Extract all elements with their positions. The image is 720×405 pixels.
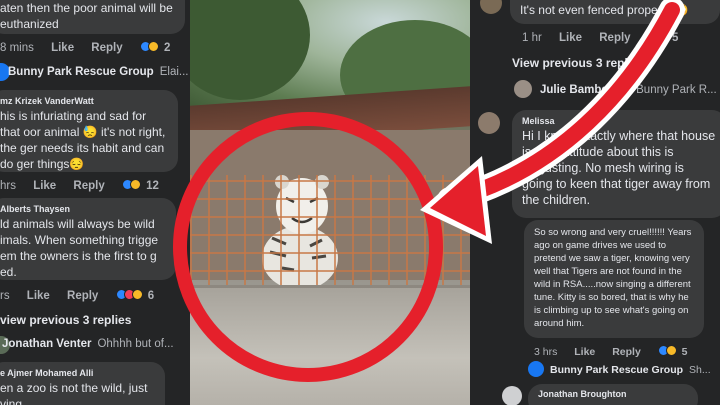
reaction-count[interactable]: 6 [148, 290, 154, 302]
comment-bubble-2: Melissa Hi I know exactly where that hou… [512, 110, 720, 218]
avatar[interactable] [480, 0, 502, 14]
comment-author[interactable]: Alberts Thaysen [0, 204, 166, 214]
reply-preview-2[interactable]: Bunny Park Rescue Group Sh... [550, 364, 711, 376]
comment-actions-3: 3 hrs Like Reply 5 [534, 345, 701, 358]
right-comment-panel: It's not even fenced properly 😳 1 hr Lik… [470, 0, 720, 405]
comment-text: his is infuriating and sad for that oor … [0, 109, 166, 171]
reaction-count[interactable]: 5 [682, 346, 688, 358]
view-previous-replies-link[interactable]: view previous 3 replies [0, 313, 131, 327]
comment-author[interactable]: Melissa [522, 116, 716, 126]
comment-bubble-2: mz Krizek VanderWatt his is infuriating … [0, 90, 178, 172]
reply-snippet: Elai... [159, 66, 189, 78]
comment-bubble-4: e Ajmer Mohamed Alli en a zoo is not the… [0, 362, 165, 405]
reply-snippet: Sh... [689, 364, 711, 376]
timestamp: 8 mins [0, 42, 34, 54]
avatar[interactable] [478, 112, 500, 134]
comment-bubble-3: Alberts Thaysen ld animals will always b… [0, 198, 176, 280]
comment-bubble-1: It's not even fenced properly 😳 [510, 0, 720, 24]
comment-text: ld animals will always be wild imals. Wh… [0, 217, 159, 279]
comment-author[interactable]: mz Krizek VanderWatt [0, 96, 168, 106]
reply-snippet: Bunny Park R... [636, 84, 717, 96]
reply-author[interactable]: Jonathan Venter [2, 338, 91, 350]
reaction-count[interactable]: 5 [672, 32, 678, 44]
sad-reaction-icon [665, 345, 677, 356]
like-button[interactable]: Like [559, 32, 582, 44]
timestamp: 3 hrs [534, 346, 558, 358]
comment-text: Hi I know exactly where that house is th… [522, 129, 716, 207]
sad-reaction-icon [655, 31, 667, 42]
comment-author[interactable]: e Ajmer Mohamed Alli [0, 368, 155, 378]
avatar[interactable] [528, 361, 544, 377]
view-previous-replies-link[interactable]: View previous 3 replies [512, 56, 645, 70]
reply-author[interactable]: Julie Bamberger [540, 84, 630, 96]
sad-reaction-icon [147, 41, 159, 52]
like-button[interactable]: Like [27, 290, 50, 302]
reply-snippet: Ohhhh but of... [97, 338, 174, 350]
comment-text: aten then the poor animal will be euthan… [0, 1, 173, 31]
timestamp: 1 hr [522, 32, 542, 44]
like-button[interactable]: Like [51, 42, 74, 54]
mesh-fence [190, 175, 470, 290]
reply-preview-2[interactable]: Jonathan Venter Ohhhh but of... [2, 338, 174, 350]
comment-actions-3: rs Like Reply 6 [0, 289, 168, 302]
avatar[interactable] [514, 80, 532, 98]
timestamp: rs [0, 290, 10, 302]
comment-bubble-3: So so wrong and very cruel!!!!!! Years a… [524, 220, 704, 338]
reply-button[interactable]: Reply [599, 32, 630, 44]
comment-author[interactable]: Jonathan Broughton [538, 389, 688, 399]
comment-bubble-4: Jonathan Broughton [528, 384, 698, 405]
concrete-wall [190, 285, 470, 405]
sad-reaction-icon [129, 179, 141, 190]
tiger-enclosure-photo [190, 0, 470, 405]
reply-preview-1[interactable]: Julie Bamberger Bunny Park R... [540, 84, 717, 96]
timestamp: hrs [0, 180, 16, 192]
reaction-count[interactable]: 2 [164, 42, 170, 54]
reply-button[interactable]: Reply [73, 180, 104, 192]
comment-text: So so wrong and very cruel!!!!!! Years a… [534, 227, 692, 329]
comment-bubble-1: aten then the poor animal will be euthan… [0, 0, 185, 34]
reply-author[interactable]: Bunny Park Rescue Group [550, 364, 683, 376]
reply-author[interactable]: Bunny Park Rescue Group [8, 66, 154, 78]
reply-preview-1[interactable]: Bunny Park Rescue Group Elai... [8, 66, 188, 78]
avatar[interactable] [502, 386, 522, 405]
like-button[interactable]: Like [574, 346, 595, 358]
like-button[interactable]: Like [33, 180, 56, 192]
reply-button[interactable]: Reply [612, 346, 641, 358]
comment-actions-1: 1 hr Like Reply 5 [522, 31, 692, 44]
comment-actions-2: hrs Like Reply 12 [0, 179, 173, 192]
comment-text: en a zoo is not the wild, just ving [0, 381, 148, 405]
left-comment-panel: aten then the poor animal will be euthan… [0, 0, 190, 405]
reply-button[interactable]: Reply [67, 290, 98, 302]
reply-button[interactable]: Reply [91, 42, 122, 54]
comment-actions-1: 8 mins Like Reply 2 [0, 41, 184, 54]
comment-text: It's not even fenced properly 😳 [520, 3, 689, 17]
reaction-count[interactable]: 12 [146, 180, 159, 192]
sad-reaction-icon [131, 289, 143, 300]
